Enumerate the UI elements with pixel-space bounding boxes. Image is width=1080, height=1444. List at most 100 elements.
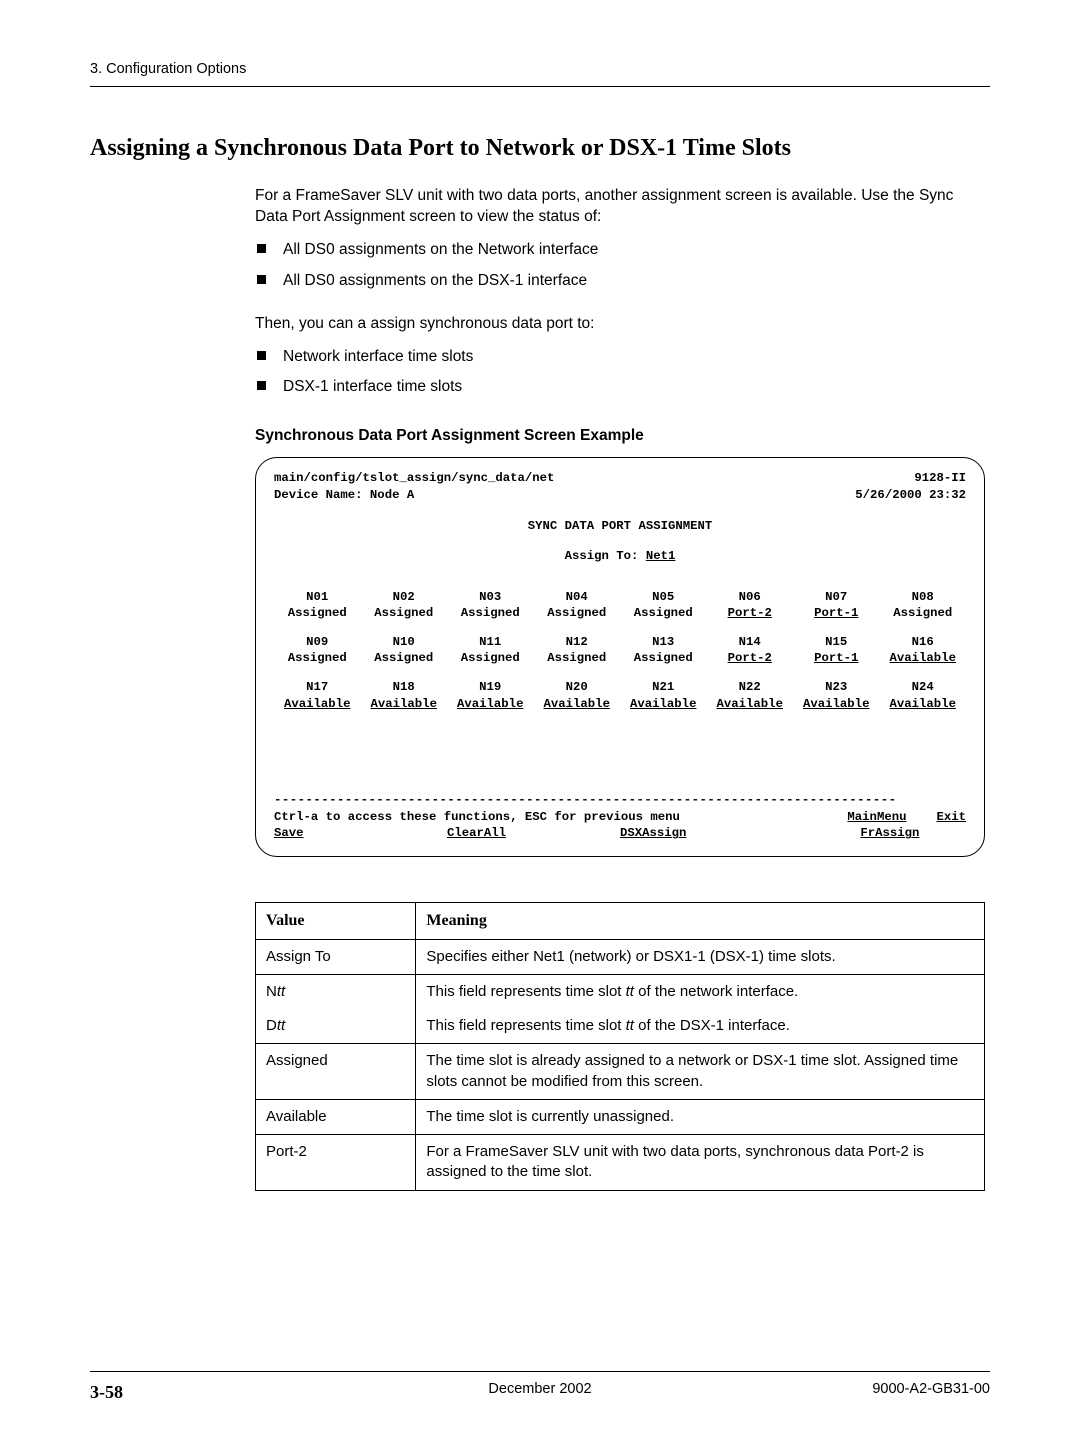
table-header-value: Value [256,903,416,940]
table-cell-value: Ntt [256,974,416,1009]
slot-label: N20 [534,679,621,696]
fn-mainmenu[interactable]: MainMenu [847,809,906,826]
slot-value[interactable]: Available [620,696,707,713]
table-cell-value: Dtt [256,1009,416,1044]
slot-label: N06 [707,589,794,606]
screen-assign-row: Assign To: Net1 [274,548,966,565]
subheading: Synchronous Data Port Assignment Screen … [255,426,985,447]
slot-label: N08 [880,589,967,606]
table-cell-value: Available [256,1099,416,1134]
table-cell-value: Assign To [256,939,416,974]
slot-label: N22 [707,679,794,696]
table-cell-value: Port-2 [256,1135,416,1191]
page-number: 3-58 [90,1380,390,1404]
value-meaning-table: Value Meaning Assign ToSpecifies either … [255,902,985,1191]
slot-label: N04 [534,589,621,606]
table-cell-meaning: The time slot is currently unassigned. [416,1099,985,1134]
slot-value[interactable]: Available [361,696,448,713]
fn-clearall[interactable]: ClearAll [447,825,620,842]
slot-value[interactable]: Available [880,696,967,713]
slot-label: N05 [620,589,707,606]
slot-label: N16 [880,634,967,651]
slot-value[interactable]: Available [707,696,794,713]
slot-value: Assigned [534,650,621,667]
slot-value: Assigned [620,650,707,667]
slot-label: N23 [793,679,880,696]
table-cell-meaning: This field represents time slot tt of th… [416,1009,985,1044]
slot-value[interactable]: Port-2 [707,650,794,667]
screen-model: 9128-II [914,470,966,487]
slot-label: N11 [447,634,534,651]
bullet-item: All DS0 assignments on the DSX-1 interfa… [255,271,985,292]
slot-label: N19 [447,679,534,696]
slot-value[interactable]: Port-2 [707,605,794,622]
table-cell-meaning: For a FrameSaver SLV unit with two data … [416,1135,985,1191]
screen-device: Device Name: Node A [274,487,414,504]
slot-label: N13 [620,634,707,651]
slot-label: N17 [274,679,361,696]
fn-frassign[interactable]: FrAssign [814,825,966,842]
page-footer: 3-58 December 2002 9000-A2-GB31-00 [90,1371,990,1404]
screen-datetime: 5/26/2000 23:32 [855,487,966,504]
table-cell-meaning: Specifies either Net1 (network) or DSX1-… [416,939,985,974]
slot-label: N12 [534,634,621,651]
slot-label: N24 [880,679,967,696]
header-section: 3. Configuration Options [90,61,246,77]
slot-value[interactable]: Available [447,696,534,713]
screen-title: SYNC DATA PORT ASSIGNMENT [274,518,966,535]
fn-exit[interactable]: Exit [936,809,966,826]
slot-value: Assigned [274,605,361,622]
slot-label: N15 [793,634,880,651]
intro-paragraph: For a FrameSaver SLV unit with two data … [255,186,985,228]
footer-docid: 9000-A2-GB31-00 [690,1380,990,1404]
bullet-item: All DS0 assignments on the Network inter… [255,240,985,261]
fn-save[interactable]: Save [274,825,447,842]
slot-value: Assigned [361,650,448,667]
table-cell-meaning: The time slot is already assigned to a n… [416,1044,985,1100]
screen-path: main/config/tslot_assign/sync_data/net [274,470,554,487]
table-cell-value: Assigned [256,1044,416,1100]
slot-value[interactable]: Available [274,696,361,713]
slot-value[interactable]: Available [880,650,967,667]
page-header: 3. Configuration Options [90,60,990,87]
bullet-list-1: All DS0 assignments on the Network inter… [255,240,985,292]
slot-value: Assigned [274,650,361,667]
slot-label: N01 [274,589,361,606]
slot-label: N10 [361,634,448,651]
then-paragraph: Then, you can a assign synchronous data … [255,314,985,335]
slot-label: N03 [447,589,534,606]
slot-value[interactable]: Available [534,696,621,713]
slot-label: N02 [361,589,448,606]
divider-dashes: ----------------------------------------… [274,792,966,809]
fn-row-1: Ctrl-a to access these functions, ESC fo… [274,809,966,826]
slot-value: Assigned [880,605,967,622]
slot-value: Assigned [361,605,448,622]
slot-value: Assigned [620,605,707,622]
help-text: Ctrl-a to access these functions, ESC fo… [274,809,817,826]
fn-row-2: Save ClearAll DSXAssign FrAssign [274,825,966,842]
slot-label: N21 [620,679,707,696]
slot-value: Assigned [447,650,534,667]
assign-label: Assign To: [565,549,639,563]
fn-dsxassign[interactable]: DSXAssign [620,825,814,842]
slot-label: N09 [274,634,361,651]
slot-value[interactable]: Available [793,696,880,713]
bullet-item: DSX-1 interface time slots [255,377,985,398]
slot-label: N14 [707,634,794,651]
table-header-meaning: Meaning [416,903,985,940]
bullet-item: Network interface time slots [255,347,985,368]
table-cell-meaning: This field represents time slot tt of th… [416,974,985,1009]
slot-label: N18 [361,679,448,696]
slot-label: N07 [793,589,880,606]
slot-grid: N01N02N03N04N05N06N07N08AssignedAssigned… [274,577,966,713]
slot-value: Assigned [447,605,534,622]
slot-value: Assigned [534,605,621,622]
slot-value[interactable]: Port-1 [793,650,880,667]
content-block: For a FrameSaver SLV unit with two data … [255,186,985,1191]
slot-value[interactable]: Port-1 [793,605,880,622]
assign-value[interactable]: Net1 [646,549,676,563]
page-title: Assigning a Synchronous Data Port to Net… [90,132,990,164]
bullet-list-2: Network interface time slots DSX-1 interf… [255,347,985,399]
terminal-screen: main/config/tslot_assign/sync_data/net 9… [255,457,985,857]
footer-date: December 2002 [390,1380,690,1404]
